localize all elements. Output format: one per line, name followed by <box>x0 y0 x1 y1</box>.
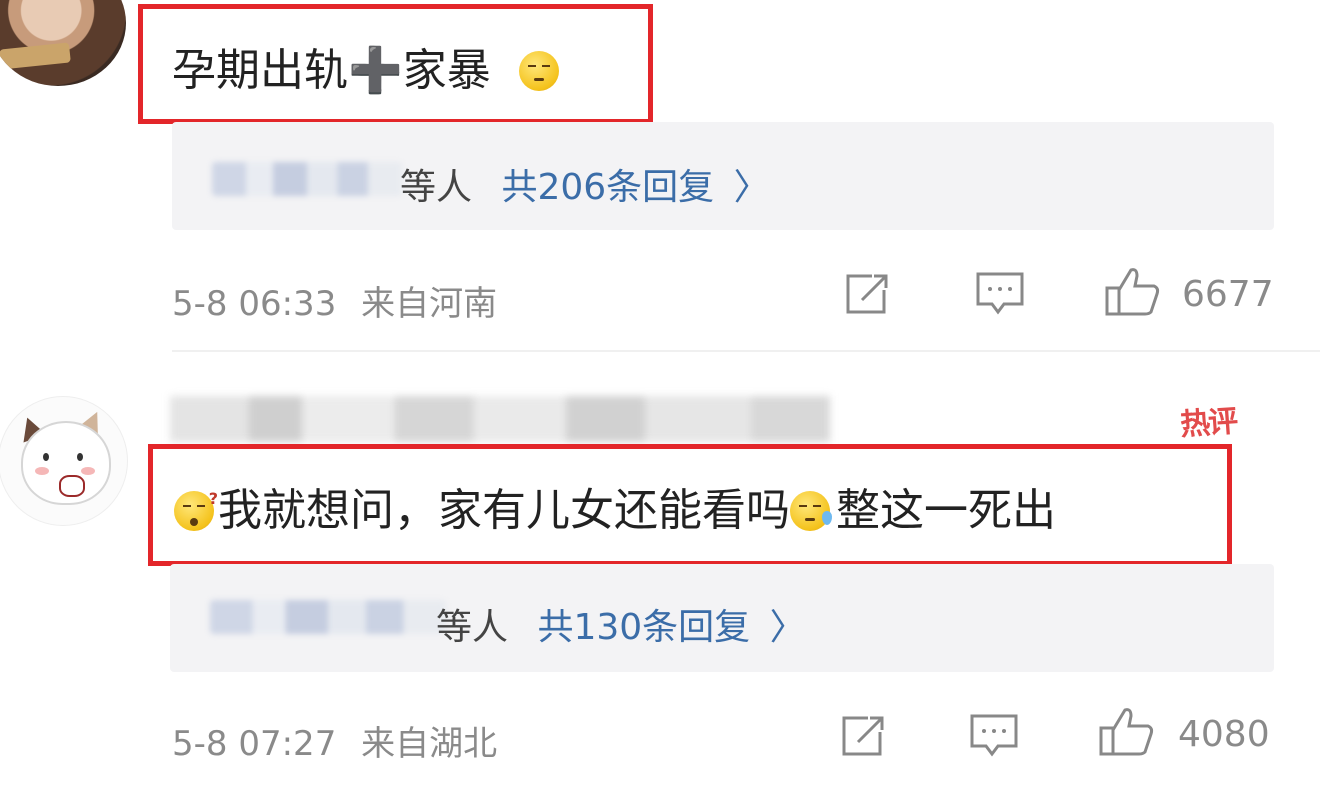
reply-summary[interactable]: 等人 共130条回复 〉 <box>436 598 806 650</box>
comment-icon[interactable] <box>968 712 1020 764</box>
comment-location: 来自河南 <box>361 284 498 324</box>
chevron-right-icon: 〉 <box>769 607 806 648</box>
chevron-right-icon: 〉 <box>733 167 770 208</box>
user-avatar[interactable] <box>0 0 126 86</box>
share-icon[interactable] <box>838 712 888 764</box>
like-icon[interactable] <box>1104 266 1162 322</box>
blurred-replier-names <box>212 162 402 196</box>
share-icon[interactable] <box>842 270 892 322</box>
comment-icon[interactable] <box>974 270 1026 322</box>
sweat-emoji-icon <box>790 491 832 531</box>
cat-eye-shape <box>77 453 83 461</box>
reply-summary[interactable]: 等人 共206条回复 〉 <box>400 158 770 210</box>
comment-meta: 5-8 06:33 来自河南 <box>172 276 497 325</box>
comment-time: 5-8 07:27 <box>172 724 337 764</box>
cat-blush-shape <box>81 467 95 475</box>
cat-bow-shape <box>59 475 85 497</box>
blurred-username[interactable] <box>170 396 830 442</box>
like-count: 4080 <box>1178 714 1270 755</box>
comment-location: 来自湖北 <box>361 724 498 764</box>
reply-panel[interactable]: 等人 共130条回复 〉 <box>170 564 1274 672</box>
comment-text: ? 我就想问，家有儿女还能看吗 整这一死出 <box>174 474 1056 538</box>
avatar-toast-shape <box>0 42 71 70</box>
comment-meta: 5-8 07:27 来自湖北 <box>172 716 497 765</box>
comment-time: 5-8 06:33 <box>172 284 337 324</box>
plus-icon: ➕ <box>348 45 403 96</box>
reply-count-link[interactable]: 共130条回复 <box>537 607 750 648</box>
reply-panel[interactable]: 等人 共206条回复 〉 <box>172 122 1274 230</box>
cat-eye-shape <box>43 453 49 461</box>
sleepy-emoji-icon <box>518 51 559 91</box>
comment-text: 孕期出轨➕家暴 <box>172 34 559 98</box>
comment-divider <box>172 350 1320 352</box>
blurred-replier-names <box>210 600 446 634</box>
hot-comment-badge: 热评 <box>1179 404 1238 443</box>
cat-blush-shape <box>35 467 49 475</box>
user-avatar[interactable] <box>0 396 128 526</box>
reply-count-link[interactable]: 共206条回复 <box>501 167 714 208</box>
confused-emoji-icon: ? <box>174 489 218 531</box>
like-count: 6677 <box>1182 274 1274 315</box>
like-icon[interactable] <box>1098 706 1156 762</box>
